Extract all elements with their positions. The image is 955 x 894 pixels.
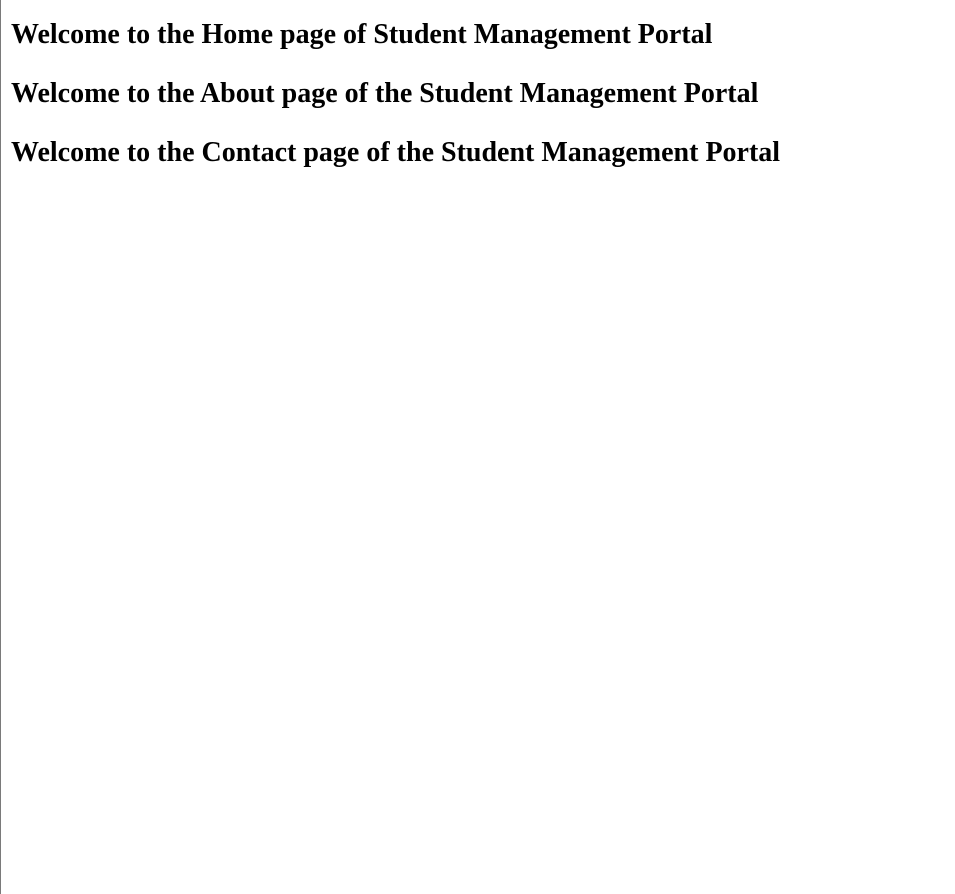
home-page-heading: Welcome to the Home page of Student Mana… bbox=[11, 19, 713, 50]
about-page-heading: Welcome to the About page of the Student… bbox=[11, 78, 759, 109]
browser-viewport: { "headings": { "home": "Welcome to the … bbox=[0, 0, 955, 894]
page-content: Welcome to the Home page of Student Mana… bbox=[1, 0, 955, 167]
contact-page-heading: Welcome to the Contact page of the Stude… bbox=[11, 137, 781, 168]
